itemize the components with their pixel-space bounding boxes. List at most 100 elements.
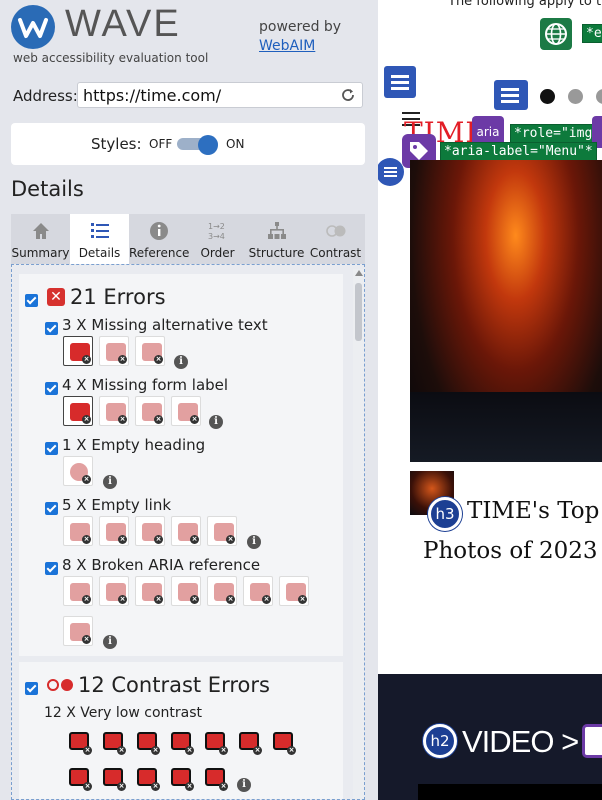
scrollbar-thumb[interactable] <box>355 283 362 341</box>
tab-order[interactable]: 1→2 3→4 Order <box>188 214 247 264</box>
missing-alt-icon[interactable]: × <box>63 336 93 366</box>
carousel-dot[interactable] <box>596 89 602 104</box>
address-label: Address: <box>13 87 78 105</box>
very-low-contrast-icon[interactable]: × <box>199 726 229 756</box>
very-low-contrast-label: 12 X Very low contrast <box>44 705 202 721</box>
carousel-dot-active[interactable] <box>540 89 555 104</box>
structure-marker-icon[interactable] <box>384 66 416 98</box>
tab-summary[interactable]: Summary <box>11 214 70 264</box>
headline-line-1[interactable]: TIME's Top 1 <box>467 498 602 524</box>
empty-heading-icon[interactable]: × <box>63 456 93 486</box>
x-mark-icon: × <box>82 635 91 644</box>
scrollbar[interactable] <box>353 269 364 799</box>
broken-aria-icon[interactable]: × <box>63 576 93 606</box>
headline-line-2[interactable]: Photos of 2023 <box>423 538 598 564</box>
missing-label-checkbox[interactable] <box>45 382 58 395</box>
broken-aria-icon[interactable]: × <box>171 576 201 606</box>
role-annotation: *role="img"* <box>510 124 602 143</box>
errors-title: 21 Errors <box>70 285 166 309</box>
tab-details[interactable]: Details <box>70 214 129 264</box>
tab-label: Order <box>200 246 235 260</box>
aria-label-annotation: *aria-label="Menu"* <box>440 142 597 161</box>
carousel-dot[interactable] <box>568 89 583 104</box>
x-mark-icon: × <box>117 746 126 755</box>
webaim-link[interactable]: WebAIM <box>259 37 341 56</box>
broken-aria-icon[interactable]: × <box>99 576 129 606</box>
very-low-contrast-icon[interactable]: × <box>199 762 229 792</box>
broken-aria-icon[interactable]: × <box>243 576 273 606</box>
structure-marker-icon[interactable] <box>494 80 528 110</box>
lake-reflection <box>410 392 602 462</box>
x-mark-icon: × <box>190 535 199 544</box>
h2-heading-icon[interactable]: h2 <box>423 724 457 758</box>
very-low-contrast-icon[interactable]: × <box>97 726 127 756</box>
very-low-contrast-icon[interactable]: × <box>131 762 161 792</box>
broken-aria-icon[interactable]: × <box>135 576 165 606</box>
styles-on-label: ON <box>226 137 245 151</box>
info-icon[interactable]: i <box>174 355 188 369</box>
scroll-up-arrow-icon[interactable] <box>355 270 363 276</box>
empty-heading-checkbox[interactable] <box>45 442 58 455</box>
broken-aria-checkbox[interactable] <box>45 562 58 575</box>
very-low-contrast-icon[interactable]: × <box>165 762 195 792</box>
missing-label-icon[interactable]: × <box>135 396 165 426</box>
x-mark-icon: × <box>190 415 199 424</box>
very-low-contrast-icon[interactable]: × <box>131 726 161 756</box>
x-mark-icon: × <box>253 746 262 755</box>
empty-link-icon[interactable]: × <box>99 516 129 546</box>
tab-label: Details <box>78 246 121 260</box>
missing-alt-icon[interactable]: × <box>99 336 129 366</box>
contrast-error-ring-icon <box>47 679 59 691</box>
wildfire-photo[interactable] <box>410 160 602 462</box>
contrast-error-dot-icon <box>61 679 73 691</box>
x-mark-icon: × <box>219 782 228 791</box>
list-icon <box>90 223 109 238</box>
missing-label-icon[interactable]: × <box>99 396 129 426</box>
broken-aria-icon[interactable]: × <box>63 616 93 646</box>
very-low-contrast-icon[interactable]: × <box>165 726 195 756</box>
missing-label-icon[interactable]: × <box>63 396 93 426</box>
very-low-contrast-icon[interactable]: × <box>233 726 263 756</box>
missing-alt-icon[interactable]: × <box>135 336 165 366</box>
aria-icon[interactable] <box>582 724 602 758</box>
very-low-contrast-icon[interactable]: × <box>267 726 297 756</box>
x-mark-icon: × <box>118 595 127 604</box>
info-icon[interactable]: i <box>209 415 223 429</box>
broken-aria-icon[interactable]: × <box>279 576 309 606</box>
list-marker-icon[interactable] <box>378 158 404 186</box>
info-icon[interactable]: i <box>103 475 117 489</box>
empty-link-checkbox[interactable] <box>45 502 58 515</box>
refresh-icon[interactable] <box>340 87 356 103</box>
contrast-title: 12 Contrast Errors <box>78 673 270 697</box>
details-heading: Details <box>11 177 84 201</box>
x-mark-icon: × <box>82 415 91 424</box>
very-low-contrast-icon[interactable]: × <box>97 762 127 792</box>
empty-link-icon[interactable]: × <box>63 516 93 546</box>
h3-heading-icon[interactable]: h3 <box>428 497 462 531</box>
empty-link-icon[interactable]: × <box>207 516 237 546</box>
empty-link-icon[interactable]: × <box>171 516 201 546</box>
styles-toggle[interactable] <box>177 135 218 155</box>
lang-annotation: *en <box>582 24 602 43</box>
info-icon[interactable]: i <box>103 635 117 649</box>
very-low-contrast-icon[interactable]: × <box>63 762 93 792</box>
video-heading[interactable]: VIDEO > <box>462 724 579 760</box>
info-icon[interactable]: i <box>237 778 251 792</box>
empty-link-icon[interactable]: × <box>135 516 165 546</box>
contrast-checkbox[interactable] <box>25 682 38 695</box>
tab-contrast[interactable]: Contrast <box>306 214 365 264</box>
info-icon[interactable]: i <box>247 535 261 549</box>
styles-label: Styles: <box>91 135 142 153</box>
address-input[interactable] <box>83 86 333 105</box>
errors-checkbox[interactable] <box>25 294 38 307</box>
missing-label-icon[interactable]: × <box>171 396 201 426</box>
missing-alt-checkbox[interactable] <box>45 322 58 335</box>
broken-aria-icon[interactable]: × <box>207 576 237 606</box>
tab-label: Reference <box>129 246 190 260</box>
tab-structure[interactable]: Structure <box>247 214 306 264</box>
very-low-contrast-icon[interactable]: × <box>63 726 93 756</box>
x-mark-icon: × <box>226 595 235 604</box>
video-player[interactable] <box>418 784 602 800</box>
tab-reference[interactable]: Reference <box>129 214 190 264</box>
globe-language-icon[interactable] <box>540 18 572 50</box>
